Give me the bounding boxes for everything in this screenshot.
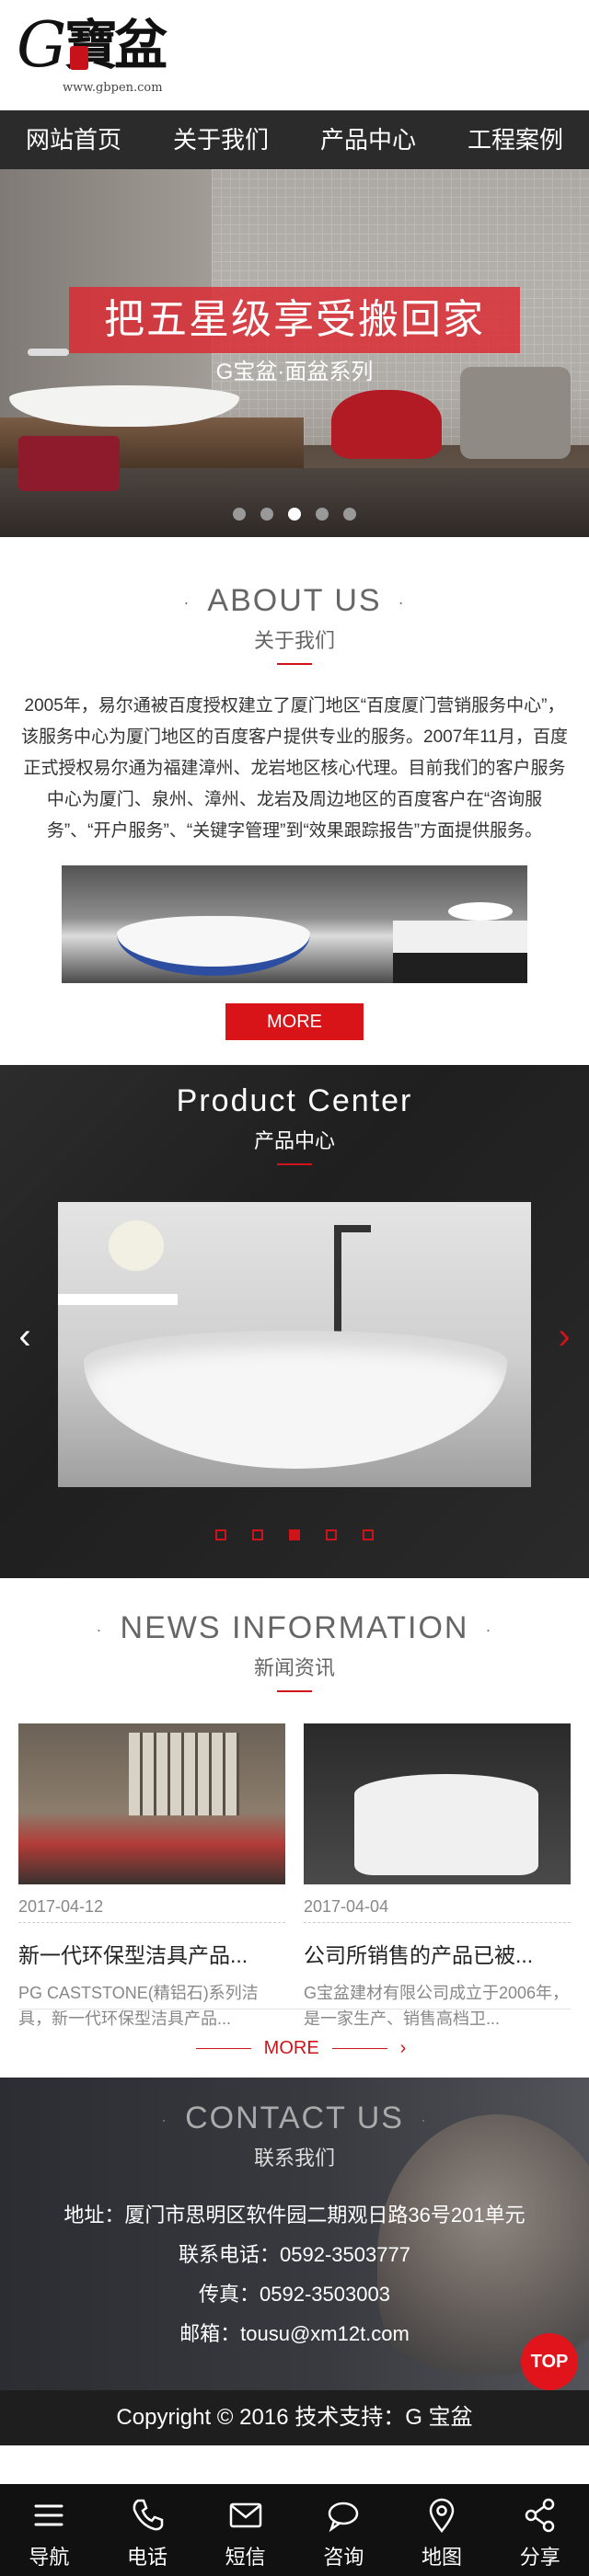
about-text: 2005年，易尔通被百度授权建立了厦门地区“百度厦门营销服务中心”，该服务中心为… <box>21 696 568 841</box>
news-list: 2017-04-12 新一代环保型洁具产品... PG CASTSTONE(精铝… <box>0 1723 589 2032</box>
news-more-link[interactable]: MORE › <box>0 2038 589 2059</box>
news-heading: · NEWS INFORMATION · 新闻资讯 <box>0 1610 589 1692</box>
tab-label: 地图 <box>422 2546 463 2569</box>
banner-pagination <box>0 508 589 521</box>
about-more-button[interactable]: MORE <box>225 1003 364 1040</box>
about-section: · ABOUT US · 关于我们 2005年，易尔通被百度授权建立了厦门地区“百度… <box>0 537 589 1065</box>
menu-icon <box>34 2504 64 2526</box>
news-date: 2017-04-12 <box>18 1897 285 1923</box>
main-nav: 网站首页 关于我们 产品中心 工程案例 <box>0 110 589 169</box>
copyright-bar: Copyright © 2016 技术支持：G 宝盆 TOP <box>0 2333 589 2445</box>
back-to-top-button[interactable]: TOP <box>521 2333 578 2390</box>
contact-title-en: CONTACT US <box>185 2101 404 2135</box>
banner-dot[interactable] <box>343 508 356 521</box>
tab-label: 导航 <box>29 2546 70 2569</box>
product-dot[interactable] <box>363 1529 374 1540</box>
news-image[interactable] <box>304 1723 571 1884</box>
product-dot[interactable] <box>252 1529 263 1540</box>
copyright-text: Copyright © 2016 技术支持：G 宝盆 <box>116 2405 473 2430</box>
logo-mark: G <box>17 9 67 82</box>
tab-label: 咨询 <box>323 2546 364 2569</box>
bottom-tabbar: 导航 电话 短信 咨询 地图 分享 <box>0 2484 589 2576</box>
product-dot-active[interactable] <box>289 1529 300 1540</box>
product-heading: Product Center 产品中心 <box>0 1083 589 1165</box>
arrow-right-icon: › <box>399 2038 407 2058</box>
banner-red-pouf <box>331 390 442 459</box>
banner-dot[interactable] <box>260 508 273 521</box>
tab-phone[interactable]: 电话 <box>98 2484 197 2576</box>
contact-title-cn: 联系我们 <box>253 2147 335 2170</box>
contact-section: · CONTACT US · 联系我们 地址：厦门市思明区软件园二期观日路36号20… <box>0 2078 589 2390</box>
contact-fax: 传真：0592-3503003 <box>199 2283 390 2306</box>
product-image[interactable] <box>58 1202 531 1487</box>
news-title[interactable]: 公司所销售的产品已被... <box>304 1938 571 1969</box>
about-divider <box>277 663 312 665</box>
about-heading: · ABOUT US · 关于我们 <box>0 583 589 665</box>
banner-dot[interactable] <box>316 508 329 521</box>
chat-icon <box>329 2502 359 2533</box>
banner-towel <box>18 436 120 491</box>
news-title-cn: 新闻资讯 <box>253 1656 335 1679</box>
nav-item-products[interactable]: 产品中心 <box>294 110 442 169</box>
tab-consult[interactable]: 咨询 <box>294 2484 393 2576</box>
news-desc: PG CASTSTONE(精铝石)系列洁具，新一代环保型洁具产品... <box>18 1984 259 2028</box>
contact-heading: · CONTACT US · 联系我们 <box>0 2101 589 2171</box>
banner-dot-active[interactable] <box>288 508 301 521</box>
map-pin-icon <box>429 2498 455 2534</box>
product-dot[interactable] <box>326 1529 337 1540</box>
news-title[interactable]: 新一代环保型洁具产品... <box>18 1938 285 1969</box>
contact-info: 地址：厦门市思明区软件园二期观日路36号201单元 联系电话：0592-3503… <box>0 2195 589 2353</box>
nav-item-cases[interactable]: 工程案例 <box>442 110 589 169</box>
banner-title: 把五星级享受搬回家 <box>69 287 520 353</box>
news-divider <box>277 1690 312 1692</box>
carousel-prev-icon[interactable]: ‹ <box>11 1318 39 1355</box>
news-section: · NEWS INFORMATION · 新闻资讯 2017-04-12 新一代环保… <box>0 1578 589 2078</box>
logo[interactable]: G 寶盆 www.gbpen.com <box>17 15 182 97</box>
logo-seal-icon <box>70 46 88 70</box>
header: G 寶盆 www.gbpen.com <box>0 0 589 110</box>
about-image <box>62 865 527 983</box>
product-section: Product Center 产品中心 ‹ › <box>0 1065 589 1578</box>
tab-label: 电话 <box>127 2546 168 2569</box>
mail-icon <box>229 2502 261 2528</box>
product-dot[interactable] <box>215 1529 226 1540</box>
news-card[interactable]: 2017-04-12 新一代环保型洁具产品... PG CASTSTONE(精铝… <box>18 1723 285 2032</box>
about-title-cn: 关于我们 <box>253 629 335 652</box>
hero-banner[interactable]: 把五星级享受搬回家 G宝盆·面盆系列 <box>0 169 589 537</box>
contact-address: 地址：厦门市思明区软件园二期观日路36号201单元 <box>64 2204 525 2227</box>
product-divider <box>277 1163 312 1165</box>
banner-tap <box>28 349 69 356</box>
news-title-en: NEWS INFORMATION <box>120 1610 469 1645</box>
nav-item-home[interactable]: 网站首页 <box>0 110 147 169</box>
banner-subtitle: G宝盆·面盆系列 <box>215 360 374 384</box>
tab-sms[interactable]: 短信 <box>196 2484 294 2576</box>
tab-nav[interactable]: 导航 <box>0 2484 98 2576</box>
banner-dot[interactable] <box>233 508 246 521</box>
logo-url: www.gbpen.com <box>63 81 163 95</box>
tab-share[interactable]: 分享 <box>491 2484 589 2576</box>
phone-icon <box>133 2499 164 2531</box>
news-image[interactable] <box>18 1723 285 1884</box>
nav-item-about[interactable]: 关于我们 <box>147 110 294 169</box>
news-desc: G宝盆建材有限公司成立于2006年，是一家生产、销售高档卫... <box>304 1984 570 2028</box>
contact-email[interactable]: 邮箱：tousu@xm12t.com <box>0 2314 589 2353</box>
product-pagination <box>0 1529 589 1540</box>
contact-phone[interactable]: 联系电话：0592-3503777 <box>0 2235 589 2274</box>
tab-label: 短信 <box>225 2546 266 2569</box>
tab-label: 分享 <box>519 2546 560 2569</box>
news-date: 2017-04-04 <box>304 1897 571 1923</box>
product-title-en: Product Center <box>176 1083 413 1118</box>
tab-map[interactable]: 地图 <box>393 2484 491 2576</box>
news-card[interactable]: 2017-04-04 公司所销售的产品已被... G宝盆建材有限公司成立于200… <box>304 1723 571 2032</box>
product-title-cn: 产品中心 <box>253 1129 335 1152</box>
carousel-next-icon[interactable]: › <box>550 1318 578 1355</box>
about-title-en: ABOUT US <box>207 583 382 618</box>
share-icon <box>525 2498 554 2533</box>
